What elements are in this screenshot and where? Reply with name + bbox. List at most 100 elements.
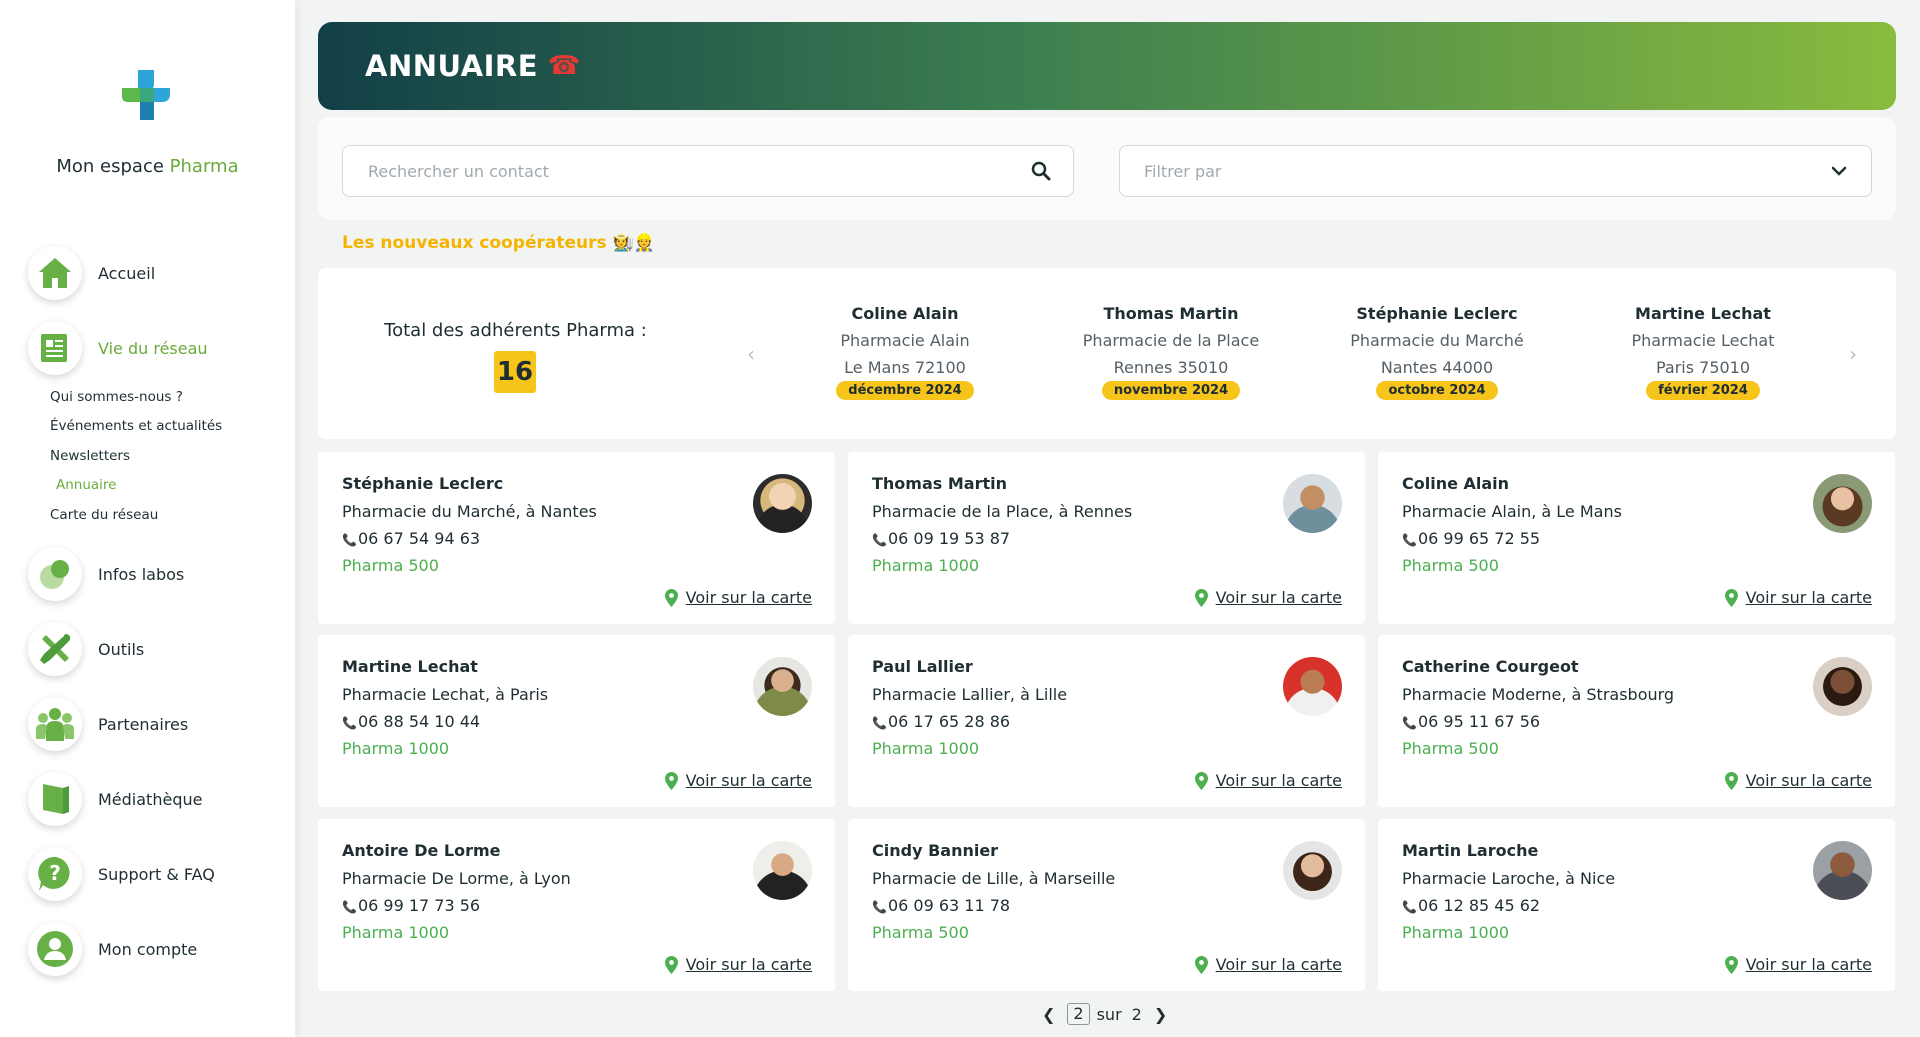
contact-phone[interactable]: 📞06 99 17 73 56 [342,896,480,915]
contact-card: Catherine Courgeot Pharmacie Moderne, à … [1378,635,1895,807]
telephone-icon: ☎ [548,51,581,81]
member-city: Le Mans 72100 [844,358,966,377]
map-pin-icon [664,955,678,974]
member-name: Stéphanie Leclerc [1356,304,1518,323]
phone-icon: 📞 [1402,716,1417,730]
contact-card: Thomas Martin Pharmacie de la Place, à R… [848,452,1365,624]
search-input[interactable] [343,146,1023,196]
nav-item-accueil[interactable]: Accueil [28,245,155,301]
contact-phone[interactable]: 📞06 95 11 67 56 [1402,712,1540,731]
contact-plan: Pharma 500 [872,923,969,942]
contact-phone[interactable]: 📞06 12 85 45 62 [1402,896,1540,915]
map-link-label: Voir sur la carte [1215,771,1342,790]
subnav-evenements[interactable]: Événements et actualités [50,418,222,434]
contact-card: Martin Laroche Pharmacie Laroche, à Nice… [1378,819,1895,991]
carousel-prev-icon[interactable]: ‹ [747,342,755,366]
question-icon: ? [28,847,82,901]
contact-pharmacy: Pharmacie Laroche, à Nice [1402,869,1616,888]
home-icon [28,246,82,300]
nav-item-outils[interactable]: Outils [28,621,144,677]
nav-item-vie-du-reseau[interactable]: Vie du réseau [28,320,208,376]
flask-icon [28,547,82,601]
contact-pharmacy: Pharmacie de Lille, à Marseille [872,869,1116,888]
avatar [1813,841,1872,900]
prev-page-icon[interactable]: ❮ [1042,1005,1055,1024]
view-on-map-link[interactable]: Voir sur la carte [1724,771,1872,790]
member-city: Paris 75010 [1655,358,1751,377]
contact-card: Stéphanie Leclerc Pharmacie du Marché, à… [318,452,835,624]
page-separator: sur [1096,1004,1122,1024]
page-title: ANNUAIRE [365,49,539,83]
nav-label: Vie du réseau [98,338,208,358]
contact-plan: Pharma 500 [1402,739,1499,758]
nav-item-infos-labos[interactable]: Infos labos [28,546,184,602]
contact-phone[interactable]: 📞06 17 65 28 86 [872,712,1010,731]
contact-plan: Pharma 1000 [342,739,450,758]
view-on-map-link[interactable]: Voir sur la carte [664,771,812,790]
view-on-map-link[interactable]: Voir sur la carte [1194,955,1342,974]
total-pages: 2 [1131,1004,1142,1024]
phone-number: 06 17 65 28 86 [887,712,1011,731]
carousel-next-icon[interactable]: › [1849,342,1857,366]
contact-plan: Pharma 500 [1402,556,1499,575]
subnav-carte-du-reseau[interactable]: Carte du réseau [50,507,158,523]
contact-phone[interactable]: 📞06 09 19 53 87 [872,529,1010,548]
map-pin-icon [1194,771,1208,790]
contact-pharmacy: Pharmacie de la Place, à Rennes [872,502,1133,521]
brand-name: Mon espace Pharma [56,156,239,177]
view-on-map-link[interactable]: Voir sur la carte [1724,955,1872,974]
new-member-card: Martine Lechat Pharmacie Lechat Paris 75… [1588,304,1818,400]
avatar [753,474,812,533]
phone-number: 06 12 85 45 62 [1417,896,1541,915]
contact-card: Cindy Bannier Pharmacie de Lille, à Mars… [848,819,1365,991]
phone-number: 06 95 11 67 56 [1417,712,1541,731]
nav-item-support-faq[interactable]: ? Support & FAQ [28,846,215,902]
subnav-qui-sommes-nous[interactable]: Qui sommes-nous ? [50,389,183,405]
phone-icon: 📞 [872,716,887,730]
view-on-map-link[interactable]: Voir sur la carte [1194,771,1342,790]
contact-plan: Pharma 500 [342,556,439,575]
new-member-card: Stéphanie Leclerc Pharmacie du Marché Na… [1322,304,1552,400]
contact-name: Martine Lechat [342,657,478,676]
contact-phone[interactable]: 📞06 88 54 10 44 [342,712,480,731]
current-page[interactable]: 2 [1067,1003,1090,1025]
contact-card: Coline Alain Pharmacie Alain, à Le Mans … [1378,452,1895,624]
nav-label: Infos labos [98,564,185,584]
contact-plan: Pharma 1000 [872,739,980,758]
search-icon[interactable] [1031,161,1051,181]
next-page-icon[interactable]: ❯ [1154,1005,1167,1024]
total-members-label: Total des adhérents Pharma : [384,320,647,341]
view-on-map-link[interactable]: Voir sur la carte [1724,588,1872,607]
contact-pharmacy: Pharmacie Lechat, à Paris [342,685,549,704]
new-members-carousel: Total des adhérents Pharma : 16 ‹ Coline… [318,268,1896,439]
contact-phone[interactable]: 📞06 67 54 94 63 [342,529,480,548]
member-pharmacy: Pharmacie Alain [840,331,970,350]
nav-item-partenaires[interactable]: Partenaires [28,696,188,752]
nav-label: Support & FAQ [98,864,215,884]
search-panel: Filtrer par [318,117,1896,220]
nav-label: Accueil [98,263,156,283]
view-on-map-link[interactable]: Voir sur la carte [1194,588,1342,607]
contact-card: Paul Lallier Pharmacie Lallier, à Lille … [848,635,1365,807]
member-name: Coline Alain [851,304,959,323]
nav-item-mon-compte[interactable]: Mon compte [28,921,197,977]
member-name: Thomas Martin [1103,304,1239,323]
filter-select[interactable]: Filtrer par [1119,145,1872,197]
map-pin-icon [664,771,678,790]
subnav-newsletters[interactable]: Newsletters [50,448,130,464]
view-on-map-link[interactable]: Voir sur la carte [664,955,812,974]
book-icon [28,772,82,826]
contact-name: Stéphanie Leclerc [342,474,504,493]
contact-pharmacy: Pharmacie De Lorme, à Lyon [342,869,571,888]
avatar [1283,841,1342,900]
contact-pharmacy: Pharmacie Lallier, à Lille [872,685,1068,704]
nav-item-mediatheque[interactable]: Médiathèque [28,771,202,827]
contact-pharmacy: Pharmacie du Marché, à Nantes [342,502,597,521]
subnav-annuaire[interactable]: Annuaire [56,477,117,493]
contact-card: Martine Lechat Pharmacie Lechat, à Paris… [318,635,835,807]
map-pin-icon [1194,588,1208,607]
contact-phone[interactable]: 📞06 09 63 11 78 [872,896,1010,915]
contact-phone[interactable]: 📞06 99 65 72 55 [1402,529,1540,548]
contact-pharmacy: Pharmacie Moderne, à Strasbourg [1402,685,1675,704]
view-on-map-link[interactable]: Voir sur la carte [664,588,812,607]
